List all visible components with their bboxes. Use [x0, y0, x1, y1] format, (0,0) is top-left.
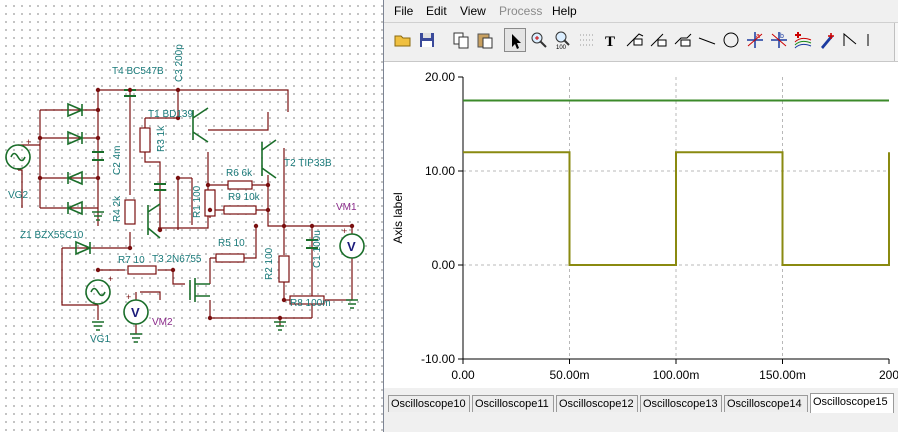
menu-bar: File Edit View Process Help — [384, 0, 898, 23]
vg2-plus: + — [26, 137, 31, 147]
plot-svg: 20.00 10.00 0.00 -10.00 0.00 50.00m 100.00m 150… — [384, 62, 898, 388]
copy-icon[interactable] — [450, 28, 472, 52]
menu-help[interactable]: Help — [552, 4, 577, 18]
zoom-100-icon[interactable]: 100 — [552, 28, 574, 52]
x-tick-label: 100.00m — [653, 368, 700, 382]
label-t1: T1 BD139 — [148, 109, 193, 120]
svg-text:a: a — [756, 33, 760, 40]
tab-oscilloscope13[interactable]: Oscilloscope13 — [640, 395, 722, 412]
schematic-canvas[interactable]: V V + + + + T4 BC547B C3 200p T1 BD139 R… — [0, 0, 383, 432]
label-r2: R2 100 — [264, 247, 275, 280]
oscilloscope-window[interactable]: File Edit View Process Help 100 T a b 20… — [383, 0, 898, 432]
label-c3: C3 200p — [174, 44, 185, 82]
x-tick-label: 0.00 — [451, 368, 475, 382]
toolbar: 100 T a b — [384, 23, 898, 62]
label-vg2: VG2 — [8, 190, 28, 201]
curve-label-4-icon[interactable] — [864, 28, 886, 52]
vm2-plus: + — [126, 292, 131, 302]
tab-oscilloscope11[interactable]: Oscilloscope11 — [472, 395, 554, 412]
label-r1: R1 100 — [192, 185, 203, 218]
vm1-symbol: V — [347, 239, 356, 254]
label-r4: R4 2k — [112, 195, 123, 222]
save-icon[interactable] — [416, 28, 438, 52]
step-icon[interactable] — [840, 28, 862, 52]
y-tick-label: 0.00 — [432, 258, 456, 272]
open-folder-icon[interactable] — [392, 28, 414, 52]
y-tick-label: -10.00 — [421, 352, 455, 366]
label-r3: R3 1k — [156, 125, 167, 152]
pointer-icon[interactable] — [504, 28, 526, 52]
y-tick-label: 10.00 — [425, 164, 455, 178]
label-c1: C1 100u — [312, 230, 323, 268]
label-t4: T4 BC547B — [112, 66, 164, 77]
svg-text:T: T — [605, 34, 615, 50]
label-c2: C2 4m — [112, 146, 123, 175]
cursor-b-icon[interactable]: b — [768, 28, 790, 52]
resistors — [124, 127, 325, 305]
grid-select-icon[interactable] — [576, 28, 598, 52]
toolbar-scroll-strip — [894, 23, 898, 61]
curves-plus-icon[interactable] — [792, 28, 814, 52]
vm2-symbol: V — [131, 305, 140, 320]
cursor-a-icon[interactable]: a — [744, 28, 766, 52]
tab-bar: Oscilloscope10 Oscilloscope11 Oscillosco… — [384, 388, 898, 432]
x-tick-label: 150.00m — [759, 368, 806, 382]
label-z1: Z1 BZX55C10 — [20, 230, 84, 241]
y-tick-label: 20.00 — [425, 70, 455, 84]
menu-view[interactable]: View — [460, 4, 486, 18]
paste-icon[interactable] — [474, 28, 496, 52]
zoom-in-icon[interactable] — [528, 28, 550, 52]
svg-text:100: 100 — [556, 45, 567, 50]
curve-label-icon[interactable] — [624, 28, 646, 52]
line-icon[interactable] — [696, 28, 718, 52]
label-vg1: VG1 — [90, 334, 110, 345]
pen-icon[interactable] — [816, 28, 838, 52]
label-t3: T3 2N6755 — [152, 254, 202, 265]
text-icon[interactable]: T — [600, 28, 622, 52]
circle-icon[interactable] — [720, 28, 742, 52]
label-r7: R7 10 — [118, 255, 145, 266]
curve-label-2-icon[interactable] — [648, 28, 670, 52]
label-r5: R5 10 — [218, 238, 245, 249]
oscilloscope-plot[interactable]: 20.00 10.00 0.00 -10.00 0.00 50.00m 100.00m 150… — [384, 62, 898, 388]
tab-oscilloscope10[interactable]: Oscilloscope10 — [388, 395, 470, 412]
label-r9: R9 10k — [228, 192, 261, 203]
label-t2: T2 TIP33B — [284, 158, 332, 169]
vg1-plus: + — [108, 274, 113, 284]
tab-oscilloscope14[interactable]: Oscilloscope14 — [724, 395, 808, 412]
label-r6: R6 6k — [226, 168, 253, 179]
label-r8: R8 100m — [290, 298, 331, 309]
menu-process[interactable]: Process — [499, 4, 542, 18]
vm1-plus: + — [342, 226, 347, 236]
label-vm1: VM1 — [336, 202, 357, 213]
x-tick-label: 50.00m — [549, 368, 589, 382]
label-vm2: VM2 — [152, 317, 173, 328]
svg-text:b: b — [780, 33, 784, 40]
menu-file[interactable]: File — [394, 4, 413, 18]
curve-label-3-icon[interactable] — [672, 28, 694, 52]
tab-oscilloscope15[interactable]: Oscilloscope15 — [810, 393, 894, 413]
menu-edit[interactable]: Edit — [426, 4, 447, 18]
x-tick-label: 200 — [879, 368, 898, 382]
tab-oscilloscope12[interactable]: Oscilloscope12 — [556, 395, 638, 412]
sources — [5, 144, 111, 305]
y-axis-label: Axis label — [391, 192, 405, 243]
